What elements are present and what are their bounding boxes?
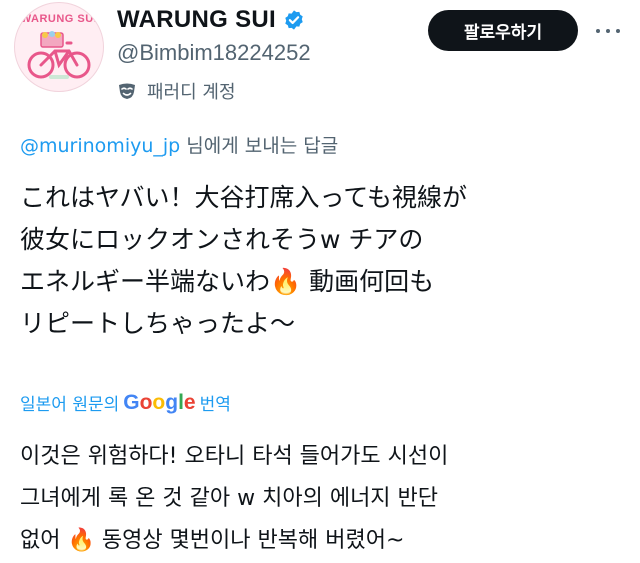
name-row: WARUNG SUI <box>117 6 305 34</box>
translation-suffix: 번역 <box>199 395 231 415</box>
profile-avatar[interactable]: WARUNG SUI <box>14 2 104 92</box>
parody-mask-icon <box>119 83 135 99</box>
translation-prefix: 일본어 원문의 <box>20 395 120 415</box>
reply-context-suffix: 님에게 보내는 답글 <box>180 135 339 157</box>
display-name[interactable]: WARUNG SUI <box>117 6 276 34</box>
tweet-translated-line: 이것은 위험하다! 오타니 타석 들어가도 시선이 <box>20 444 449 469</box>
tweet-original-line: 彼女にロックオンされそうw チアの <box>20 225 424 254</box>
tweet-translated-line: 없어 🔥 동영상 몇번이나 반복해 버렸어~ <box>20 528 405 553</box>
parody-label: 패러디 계정 <box>147 82 236 103</box>
user-handle[interactable]: @Bimbim18224252 <box>117 40 311 66</box>
tweet-translated-line: 그녀에게 록 온 것 같아 w 치아의 에너지 반단 <box>20 486 439 511</box>
reply-mention-link[interactable]: @murinomiyu_jp <box>20 135 180 157</box>
tweet-original-line: エネルギー半端ないわ🔥 動画何回も <box>20 267 435 296</box>
bicycle-icon <box>27 31 91 79</box>
avatar-brand-text: WARUNG SUI <box>20 13 98 25</box>
tweet-translated-text: 이것은 위험하다! 오타니 타석 들어가도 시선이 그녀에게 록 온 것 같아 … <box>20 436 620 562</box>
tweet-original-line: リピートしちゃったよ〜 <box>20 309 296 338</box>
tweet-original-line: これはヤバい！大谷打席入っても視線が <box>20 183 468 212</box>
verified-badge-icon <box>285 10 303 30</box>
parody-label-row: 패러디 계정 <box>117 78 236 104</box>
follow-button[interactable]: 팔로우하기 <box>428 10 578 51</box>
more-options-icon[interactable] <box>596 19 620 43</box>
tweet-original-text: これはヤバい！大谷打席入っても視線が 彼女にロックオンされそうw チアの エネル… <box>20 177 620 345</box>
reply-context: @murinomiyu_jp 님에게 보내는 답글 <box>20 131 338 158</box>
translation-attribution[interactable]: 일본어 원문의 Google 번역 <box>20 390 231 416</box>
google-logo: Google <box>123 390 196 414</box>
